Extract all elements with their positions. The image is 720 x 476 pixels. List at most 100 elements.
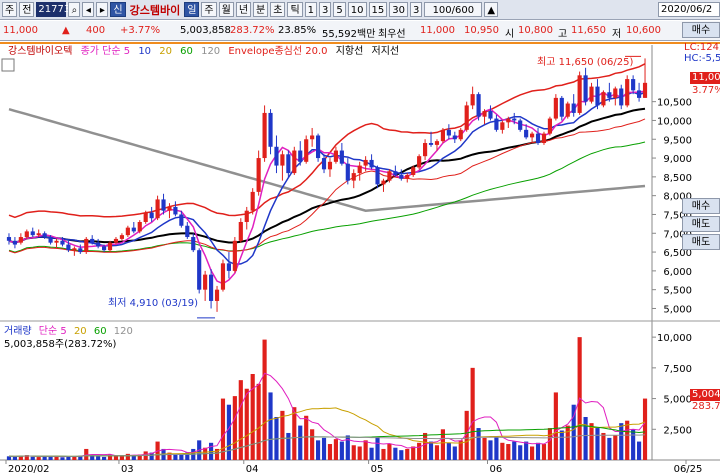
candle-body <box>6 237 12 241</box>
volume-bar <box>369 447 374 460</box>
candle-body <box>464 105 469 130</box>
volume-bar <box>292 407 297 460</box>
volume-tick-label: 2,500 <box>663 425 692 436</box>
sell-button-2[interactable]: 매도 <box>682 234 720 250</box>
price-legend: 강스템바이오텍 종가 단순 5 10 20 60 120 Envelope종심선… <box>8 42 404 57</box>
interval-15-button[interactable]: 15 <box>368 2 388 17</box>
candle-body <box>637 90 642 98</box>
volume-bar <box>262 339 267 460</box>
volume-bar <box>494 436 499 460</box>
candle-body <box>399 174 404 179</box>
candle-body <box>185 225 190 238</box>
candle-body <box>262 112 267 159</box>
volume-bar <box>518 445 523 460</box>
candle-body <box>60 240 65 245</box>
candle-body <box>494 118 499 130</box>
candle-body <box>512 118 517 121</box>
period-tick-button[interactable]: 틱 <box>287 2 303 17</box>
interval-5-button[interactable]: 5 <box>333 2 346 17</box>
lc-label: LC:124, <box>684 42 720 53</box>
volume-bar <box>470 367 475 460</box>
interval-3-button[interactable]: 3 <box>319 2 332 17</box>
volume-bar <box>280 410 285 460</box>
candle-body <box>327 161 333 170</box>
low-annotation: 최저 4,910 (03/19) <box>108 298 199 309</box>
candle-body <box>423 143 428 157</box>
volume-bar <box>66 456 71 460</box>
candle-body <box>619 88 624 106</box>
candle-body <box>155 199 160 219</box>
candle-body <box>304 139 309 162</box>
candle-body <box>143 212 148 222</box>
candle-body <box>131 227 136 232</box>
volume-bar <box>601 432 606 460</box>
next-icon[interactable]: ▸ <box>96 2 109 17</box>
volume-bar <box>12 456 17 460</box>
candle-body <box>232 240 237 271</box>
quote-open: 10,800 <box>518 25 553 36</box>
volume-bar <box>500 442 505 460</box>
volume-bar <box>595 428 600 460</box>
period-second-button[interactable]: 초 <box>270 2 286 17</box>
buy-button-2[interactable]: 매수 <box>682 198 720 214</box>
quote-amount: 55,592백만 <box>322 29 376 40</box>
volume-bar <box>220 398 226 460</box>
interval-30-button[interactable]: 30 <box>389 2 408 17</box>
candle-body <box>387 171 392 181</box>
date-input[interactable]: 2020/06/2 <box>658 2 720 17</box>
vol-legend-ma120: 120 <box>113 326 133 337</box>
credit-icon: 신 <box>110 2 126 17</box>
volume-bar <box>321 437 327 460</box>
candle-body <box>125 227 130 236</box>
period-week-button[interactable]: 주 <box>201 2 217 17</box>
volume-bar <box>506 444 511 460</box>
volume-bar <box>547 428 552 460</box>
quote-low: 10,600 <box>626 25 661 36</box>
volume-bar <box>333 439 338 460</box>
search-icon[interactable]: ⌕ <box>68 2 81 17</box>
stock-code-input[interactable]: 217730 <box>36 2 77 17</box>
quote-change: 400 <box>86 25 106 36</box>
candle-body <box>642 82 648 98</box>
sell-button[interactable]: 매도 <box>682 216 720 232</box>
candle-body <box>631 79 636 91</box>
volume-bar <box>256 383 261 460</box>
candle-body <box>72 248 77 251</box>
volume-bar <box>226 404 231 460</box>
candle-body <box>238 221 243 241</box>
range-input[interactable]: 100/600 <box>424 2 483 17</box>
volume-bar <box>642 398 648 460</box>
period-month-button[interactable]: 월 <box>218 2 234 17</box>
volume-bar <box>268 392 273 460</box>
toolbar-item-1[interactable]: 전 <box>19 2 35 17</box>
buy-button[interactable]: 매수 <box>682 22 720 38</box>
candle-body <box>547 118 552 134</box>
candle-body <box>440 129 445 142</box>
period-day-button[interactable]: 일 <box>184 2 200 17</box>
x-tick-label: 05 <box>371 464 384 475</box>
x-tick-label: 06 <box>490 464 503 475</box>
prev-icon[interactable]: ◂ <box>82 2 95 17</box>
candle-body <box>393 171 398 175</box>
volume-bar <box>339 441 344 460</box>
candle-body <box>292 150 297 174</box>
range-up-icon[interactable]: ▲ <box>484 2 499 17</box>
candle-body <box>369 159 374 168</box>
candle-body <box>12 240 17 245</box>
toolbar-item-0[interactable]: 주 <box>2 2 18 17</box>
volume-bar <box>36 457 41 460</box>
candle-body <box>476 94 481 117</box>
candle-body <box>256 158 261 192</box>
candle-body <box>417 156 422 168</box>
candle-body <box>601 92 606 106</box>
interval-10-button[interactable]: 10 <box>347 2 367 17</box>
candle-body <box>357 165 362 174</box>
candle-body <box>577 75 582 113</box>
interval-3b-button[interactable]: 3 <box>409 2 423 17</box>
period-minute-button[interactable]: 분 <box>253 2 269 17</box>
x-tick-label: 04 <box>246 464 259 475</box>
candle-body <box>113 238 119 243</box>
period-year-button[interactable]: 년 <box>235 2 252 17</box>
interval-1-button[interactable]: 1 <box>304 2 318 17</box>
volume-bar <box>488 440 493 460</box>
